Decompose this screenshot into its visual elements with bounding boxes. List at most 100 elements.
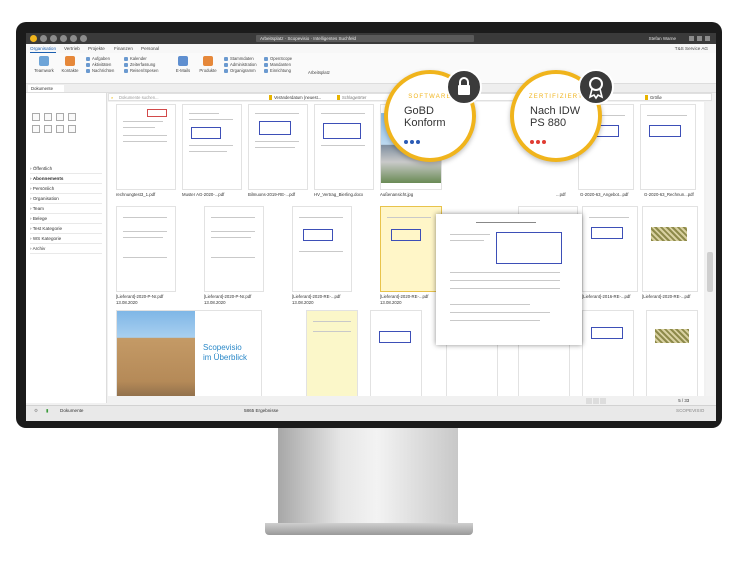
nachrichten-button[interactable]: Nachrichten <box>86 68 114 74</box>
document-name: [Lieferant]-2020-P-Nr.pdf <box>116 294 164 299</box>
maximize-icon[interactable] <box>697 36 702 41</box>
document-thumbnail[interactable] <box>116 206 176 292</box>
emails-button[interactable]: E-Mails <box>171 56 195 73</box>
scrollbar-thumb[interactable] <box>707 252 713 292</box>
menu-finanzen[interactable]: Finanzen <box>114 45 133 52</box>
document-thumbnail[interactable] <box>306 310 358 396</box>
document-thumbnail[interactable] <box>248 104 308 190</box>
page-number[interactable]: 5 <box>678 398 680 403</box>
app-logo-icon <box>30 35 37 42</box>
produkte-label: Produkte <box>199 68 217 73</box>
document-thumbnail[interactable] <box>582 206 638 292</box>
monitor-stand <box>278 428 458 526</box>
menu-projekte[interactable]: Projekte <box>88 45 105 52</box>
add-icon[interactable] <box>60 35 67 42</box>
badge-line2: PS 880 <box>530 117 567 129</box>
folder-icon[interactable] <box>44 113 52 121</box>
sidebar-item-abonnements[interactable]: › Abonnements <box>30 174 102 184</box>
badge-dots <box>404 131 422 149</box>
reisen-spesen-button[interactable]: Reisen/Spesen <box>124 68 158 74</box>
document-icon[interactable] <box>44 125 52 133</box>
filter-sort-date[interactable]: Veränderdatum (neuest... <box>269 94 321 101</box>
document-name: Muster AG-2020-...pdf <box>182 192 225 197</box>
grid-scrollbar[interactable] <box>706 102 714 396</box>
document-thumbnail[interactable] <box>116 104 176 190</box>
sidebar-item-belege[interactable]: › Belege <box>30 214 102 224</box>
einrichtung-button[interactable]: Einrichtung <box>264 68 292 74</box>
teamwork-button[interactable]: Teamwork <box>32 56 56 73</box>
email-icon <box>178 56 188 66</box>
mail-icon[interactable] <box>70 35 77 42</box>
kontakte-button[interactable]: Kontakte <box>58 56 82 73</box>
sidebar-item-team[interactable]: › Team <box>30 204 102 214</box>
brand-label: SCOPEVISIO <box>676 408 705 413</box>
tab-dokumente[interactable]: Dokumente <box>28 85 64 92</box>
document-date: 13.08.2020 <box>380 300 402 305</box>
badge-dots <box>530 131 548 149</box>
organigramm-button[interactable]: Organigramm <box>224 68 257 74</box>
contacts-icon <box>65 56 75 66</box>
sidebar-item-oeffentlich[interactable]: › Öffentlich <box>30 164 102 174</box>
settings-icon[interactable]: ⚙ <box>34 406 38 416</box>
document-name: Außenansicht.jpg <box>380 192 414 197</box>
produkte-button[interactable]: Produkte <box>196 56 220 73</box>
first-page-button[interactable] <box>586 397 592 404</box>
document-thumbnail[interactable] <box>640 104 696 190</box>
document-thumbnail[interactable] <box>292 206 352 292</box>
forward-icon[interactable] <box>50 35 57 42</box>
document-date: 13.08.2020 <box>204 300 226 305</box>
close-icon[interactable] <box>705 36 710 41</box>
document-thumbnail[interactable] <box>642 206 698 292</box>
document-thumbnail[interactable] <box>314 104 374 190</box>
title-search-field[interactable]: Arbeitsplatz · Scopevisio · Intelligente… <box>256 35 474 42</box>
folder-icon[interactable] <box>68 113 76 121</box>
sidebar-item-ws-kategorie[interactable]: › WS Kategorie <box>30 234 102 244</box>
document-preview <box>436 214 582 345</box>
teamwork-label: Teamwork <box>34 68 54 73</box>
title-bar: Arbeitsplatz · Scopevisio · Intelligente… <box>26 33 716 44</box>
signal-icon: ▮ <box>46 408 49 413</box>
ribbon-col1: Aufgaben Aktivitäten Nachrichten <box>86 56 114 74</box>
page-total: / 33 <box>681 398 690 403</box>
sidebar-item-archiv[interactable]: › Archiv <box>30 244 102 254</box>
pager: 5 / 33 <box>586 397 712 405</box>
menu-organisation[interactable]: Organisation <box>30 45 57 53</box>
document-name: HV_Vertrag_Bierling.docx <box>314 192 364 197</box>
user-name[interactable]: Stefan Warne <box>649 35 676 42</box>
ribbon-col4: OpenScope Mandanten Einrichtung <box>264 56 292 74</box>
arbeitsplatz-button[interactable]: Arbeitsplatz <box>308 70 330 76</box>
document-thumbnail[interactable] <box>582 310 634 396</box>
promo-subtitle: im Überblick <box>203 353 248 362</box>
sidebar: › Öffentlich › Abonnements › Persönlich … <box>26 93 107 403</box>
filter-keywords[interactable]: Schlagwörter <box>337 94 366 101</box>
sidebar-item-persoenlich[interactable]: › Persönlich <box>30 184 102 194</box>
folder-icon[interactable] <box>56 113 64 121</box>
document-icon[interactable] <box>56 125 64 133</box>
document-icon[interactable] <box>68 125 76 133</box>
back-icon[interactable] <box>40 35 47 42</box>
document-icon[interactable] <box>32 125 40 133</box>
document-thumbnail[interactable] <box>646 310 698 396</box>
camera-icon[interactable] <box>80 35 87 42</box>
next-page-button[interactable] <box>600 397 606 404</box>
folder-icon[interactable] <box>32 113 40 121</box>
promo-thumbnail[interactable]: Scopevisio im Überblick <box>116 310 262 396</box>
document-name: [Lieferant]-2020-RE-...pdf <box>380 294 429 299</box>
selected-document-thumbnail[interactable] <box>380 206 442 292</box>
prev-page-button[interactable] <box>593 397 599 404</box>
status-bar: ⚙ ▮ Dokumente 5865 Ergebnisse SCOPEVISIO <box>26 405 716 421</box>
document-thumbnail[interactable] <box>182 104 242 190</box>
menu-vertrieb[interactable]: Vertrieb <box>64 45 80 52</box>
ribbon-col2: Kalender Zeiterfassung Reisen/Spesen <box>124 56 158 74</box>
sidebar-item-test-kategorie[interactable]: › Test Kategorie <box>30 224 102 234</box>
document-thumbnail[interactable] <box>204 206 264 292</box>
filter-size[interactable]: Größe <box>645 94 662 101</box>
sidebar-item-organisation[interactable]: › Organisation <box>30 194 102 204</box>
document-thumbnail[interactable] <box>370 310 422 396</box>
minimize-icon[interactable] <box>689 36 694 41</box>
menu-personal[interactable]: Personal <box>141 45 159 52</box>
search-icon: ⌕ <box>111 95 114 100</box>
company-name[interactable]: T&S Service AG <box>675 45 708 52</box>
search-input[interactable]: Dokumente suchen... <box>119 94 159 101</box>
document-name: rechnungtest3_1.pdf <box>116 192 156 197</box>
